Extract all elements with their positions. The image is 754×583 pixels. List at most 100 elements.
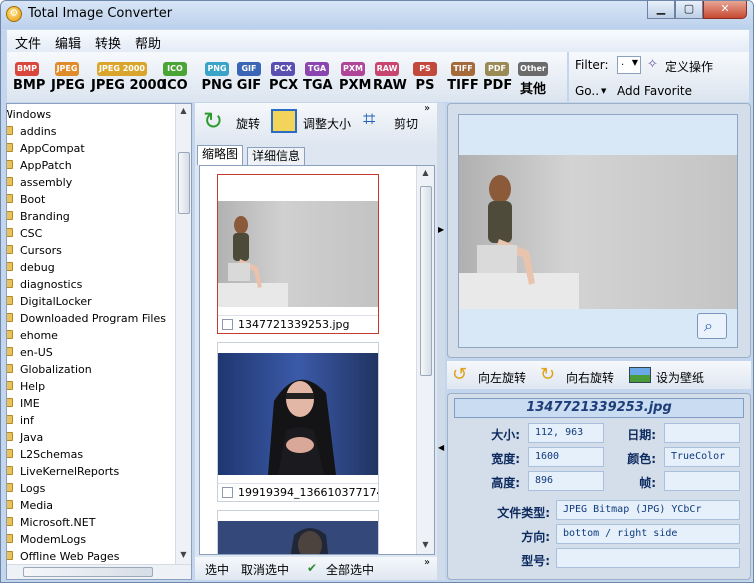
format-ps-icon: PS <box>413 62 437 76</box>
go-menu[interactable]: Go.. <box>575 84 599 98</box>
date-label: 日期: <box>627 428 656 442</box>
size-label: 大小: <box>491 428 520 442</box>
overflow-chevron-icon[interactable]: » <box>424 103 430 114</box>
folder-icon <box>7 517 13 526</box>
app-logo-icon: ⚙ <box>6 6 22 22</box>
menu-help[interactable]: 帮助 <box>135 33 161 52</box>
custom-action-button[interactable]: 定义操作 <box>665 58 713 75</box>
format-toolbar: BMP BMP JPEG JPEG JPEG 2000 JPEG 2000 ICO ICO PN… <box>7 52 567 102</box>
rotate-right-button[interactable]: 向右旋转 <box>566 369 614 386</box>
folder-icon <box>7 347 13 356</box>
format-button-pcx[interactable]: PCX PCX <box>269 60 298 93</box>
deselect-button[interactable]: 取消选中 <box>241 561 289 578</box>
folder-icon <box>7 194 13 203</box>
folder-icon <box>7 177 13 186</box>
add-favorite-button[interactable]: Add Favorite <box>617 84 692 98</box>
format-label: TIFF <box>447 78 479 93</box>
overflow-chevron-icon[interactable]: » <box>424 557 430 568</box>
crop-button[interactable]: 剪切 <box>394 115 418 132</box>
format-button-其他[interactable]: Other 其他 <box>515 60 551 97</box>
format-button-jpeg-2000[interactable]: JPEG 2000 JPEG 2000 <box>91 60 166 93</box>
minimize-button[interactable]: ▁ <box>647 1 675 19</box>
filter-label: Filter: <box>575 58 609 72</box>
tree-scroll-thumb[interactable] <box>178 152 190 214</box>
zoom-button[interactable]: ⌕ <box>697 313 727 339</box>
format-button-bmp[interactable]: BMP BMP <box>13 60 45 93</box>
thumbnail-checkbox[interactable] <box>222 487 233 498</box>
filter-select[interactable]: . ▼ <box>617 56 641 74</box>
thumbnail-image <box>218 353 378 475</box>
tab-thumbnails[interactable]: 缩略图 <box>197 145 244 165</box>
format-button-pxm[interactable]: PXM PXM <box>339 60 372 93</box>
orientation-label: 方向: <box>521 530 550 544</box>
date-value <box>664 423 740 443</box>
color-label: 颜色: <box>627 452 656 466</box>
close-button[interactable]: ✕ <box>703 1 747 19</box>
resize-icon[interactable] <box>271 109 297 133</box>
thumbnail-checkbox[interactable] <box>222 319 233 330</box>
format-button-tiff[interactable]: TIFF TIFF <box>447 60 479 93</box>
thumbnail-vertical-scrollbar[interactable]: ▲ ▼ <box>416 166 434 554</box>
select-all-button[interactable]: 全部选中 <box>326 561 374 578</box>
thumbnail-item[interactable]: 19919394_1366103771742.j <box>217 342 379 502</box>
scroll-up-icon[interactable]: ▲ <box>176 106 191 115</box>
format-button-raw[interactable]: RAW RAW <box>373 60 407 93</box>
rotate-right-icon[interactable]: ↻ <box>540 364 555 385</box>
scroll-up-icon[interactable]: ▲ <box>417 168 434 177</box>
select-button[interactable]: 选中 <box>205 561 229 578</box>
format-label: PXM <box>339 78 372 93</box>
preview-image <box>459 155 737 309</box>
folder-icon <box>7 313 13 322</box>
folder-icon <box>7 279 13 288</box>
format-label: JPEG <box>51 78 85 93</box>
format-button-jpeg[interactable]: JPEG JPEG <box>51 60 85 93</box>
scroll-down-icon[interactable]: ▼ <box>417 540 434 549</box>
collapse-left-icon[interactable]: ◀ <box>438 443 444 452</box>
tree-item-label: diagnostics <box>20 278 83 291</box>
checkmark-icon: ✔ <box>307 561 318 575</box>
menu-convert[interactable]: 转换 <box>95 33 121 52</box>
format-bmp-icon: BMP <box>15 62 39 76</box>
format-button-png[interactable]: PNG PNG <box>201 60 233 93</box>
pane-splitter[interactable]: ▶ ◀ <box>437 103 445 580</box>
rotate-button[interactable]: 旋转 <box>236 115 260 132</box>
format-ico-icon: ICO <box>163 62 187 76</box>
frames-label: 帧: <box>639 476 656 490</box>
crop-icon[interactable]: ⌗ <box>363 107 375 133</box>
menu-edit[interactable]: 编辑 <box>55 33 81 52</box>
file-type-label: 文件类型: <box>497 506 550 520</box>
tree-item-label: Globalization <box>20 363 92 376</box>
wallpaper-icon[interactable] <box>629 367 651 383</box>
format-label: RAW <box>373 78 407 93</box>
menu-bar: 文件 编辑 转换 帮助 <box>7 30 749 52</box>
thumbnail-scroll-thumb[interactable] <box>420 186 432 376</box>
thumbnail-item[interactable] <box>217 510 379 554</box>
format-button-ico[interactable]: ICO ICO <box>161 60 189 93</box>
rotate-left-button[interactable]: 向左旋转 <box>478 369 526 386</box>
rotate-icon[interactable]: ↻ <box>203 109 223 133</box>
rotate-left-icon[interactable]: ↺ <box>452 364 467 385</box>
format-button-pdf[interactable]: PDF PDF <box>483 60 512 93</box>
thumbnail-caption: 19919394_1366103771742.j <box>218 483 378 501</box>
menu-file[interactable]: 文件 <box>15 33 41 52</box>
tree-item-label: AppPatch <box>20 159 72 172</box>
set-wallpaper-button[interactable]: 设为壁纸 <box>656 369 704 386</box>
format-button-ps[interactable]: PS PS <box>411 60 439 93</box>
thumbnail-item[interactable]: 1347721339253.jpg <box>217 174 379 334</box>
folder-icon <box>7 483 13 492</box>
format-button-tga[interactable]: TGA TGA <box>303 60 333 93</box>
scroll-down-icon[interactable]: ▼ <box>176 550 191 559</box>
tree-horizontal-scrollbar[interactable] <box>7 564 191 579</box>
format-button-gif[interactable]: GIF GIF <box>235 60 263 93</box>
tab-details[interactable]: 详细信息 <box>247 147 306 165</box>
tree-item-label: Microsoft.NET <box>20 516 96 529</box>
resize-button[interactable]: 调整大小 <box>303 115 351 132</box>
tree-item-label: DigitalLocker <box>20 295 92 308</box>
format-jpeg-icon: JPEG <box>54 62 80 76</box>
tree-item-label: en-US <box>20 346 53 359</box>
height-value: 896 <box>528 471 604 491</box>
tree-hscroll-thumb[interactable] <box>23 567 153 577</box>
collapse-right-icon[interactable]: ▶ <box>438 225 444 234</box>
maximize-button[interactable]: ▢ <box>675 1 703 19</box>
tree-vertical-scrollbar[interactable]: ▲ ▼ <box>175 104 191 564</box>
